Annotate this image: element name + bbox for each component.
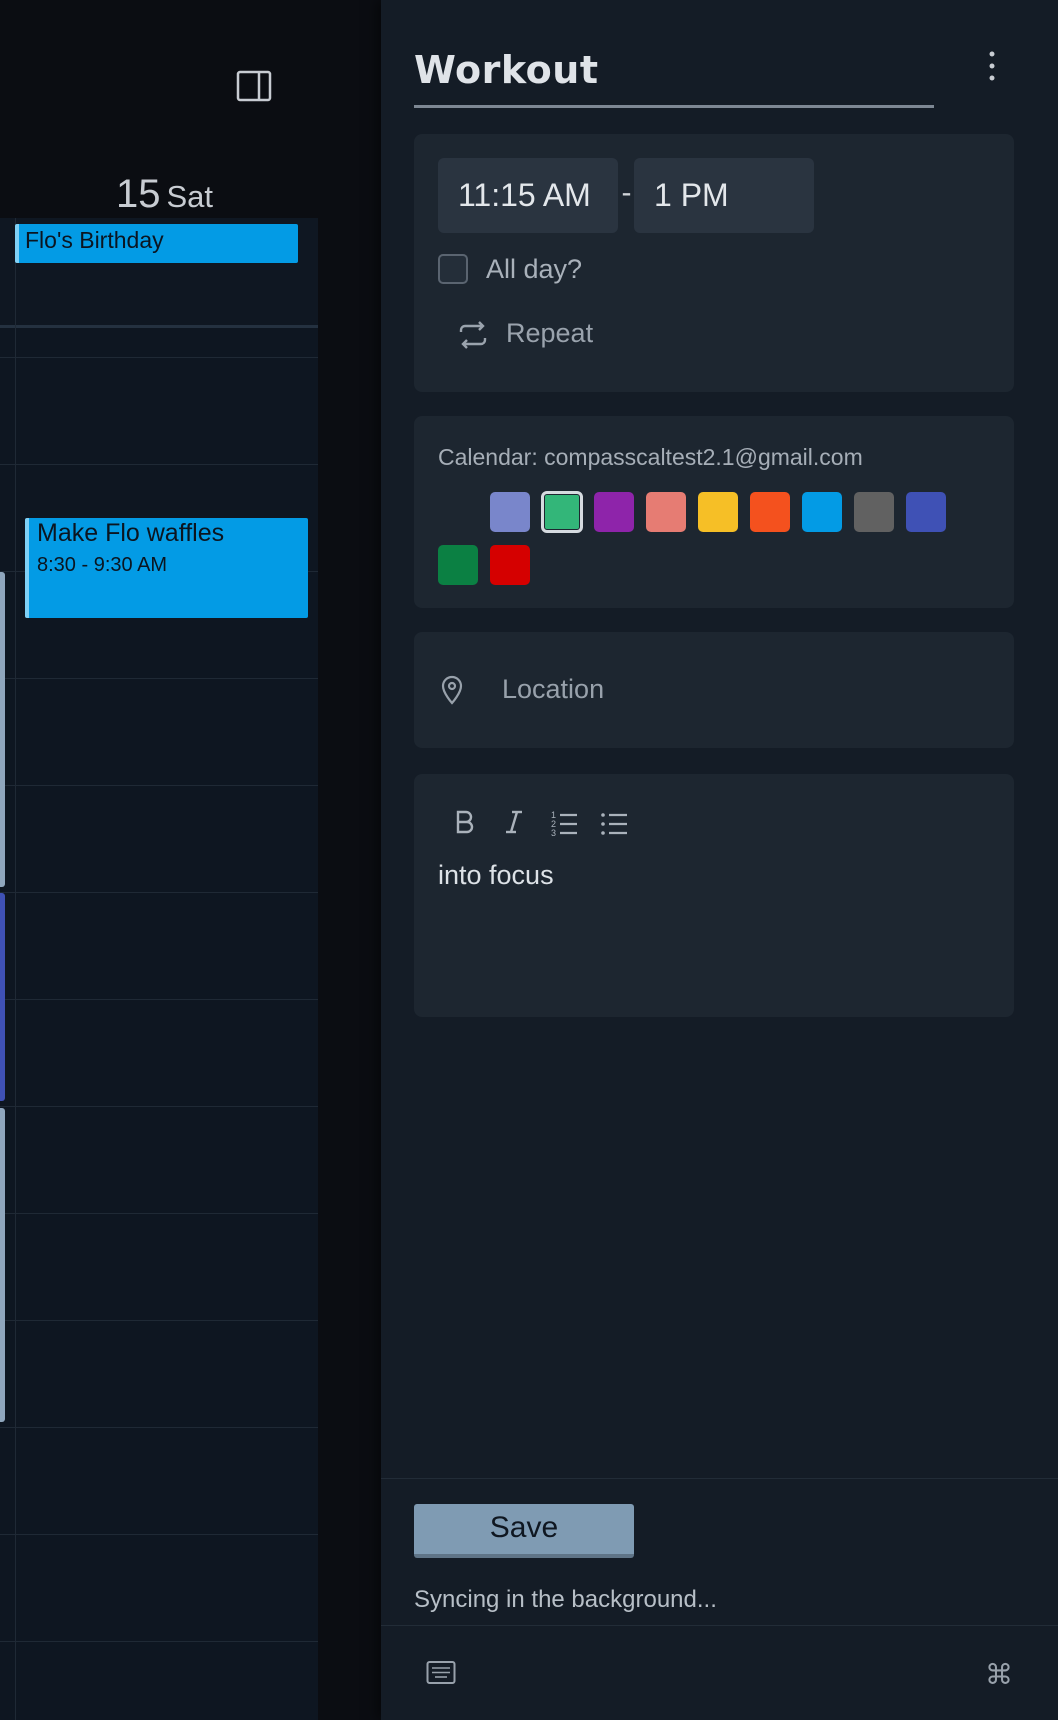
sync-status: Syncing in the background... (414, 1586, 717, 1613)
bold-icon[interactable] (448, 806, 480, 838)
hour-gridline (0, 892, 318, 893)
all-day-checkbox[interactable] (438, 254, 468, 284)
event-time: 8:30 - 9:30 AM (37, 554, 168, 576)
color-swatch[interactable] (698, 492, 738, 532)
save-button[interactable]: Save (414, 1504, 634, 1558)
day-name: Sat (166, 179, 214, 214)
footer-divider (381, 1478, 1058, 1479)
title-underline (414, 105, 934, 108)
repeat-button[interactable]: Repeat (456, 314, 616, 354)
all-day-label: All day? (486, 254, 583, 284)
bottom-divider (381, 1625, 1058, 1626)
color-swatch[interactable] (906, 492, 946, 532)
adjacent-event-edge[interactable] (0, 572, 5, 887)
more-options-icon[interactable] (982, 48, 1002, 88)
day-number: 15 (116, 172, 161, 216)
date-time-card: 11:15 AM - 1 PM All day? Repeat (414, 134, 1014, 392)
adjacent-event-edge[interactable] (0, 893, 5, 1101)
ordered-list-icon[interactable]: 1 2 3 (548, 806, 580, 838)
end-time-input[interactable]: 1 PM (634, 158, 814, 233)
hour-gridline (0, 1320, 318, 1321)
svg-text:3: 3 (551, 828, 556, 838)
hour-gridline (0, 464, 318, 465)
hour-gridline (0, 1427, 318, 1428)
color-swatch[interactable] (750, 492, 790, 532)
color-swatch[interactable] (854, 492, 894, 532)
hour-gridline (0, 678, 318, 679)
location-pin-icon (441, 675, 463, 705)
event-title: Flo's Birthday (25, 227, 164, 253)
event-flos-birthday[interactable]: Flo's Birthday (15, 224, 298, 263)
bullet-list-icon[interactable] (598, 806, 630, 838)
italic-icon[interactable] (498, 806, 530, 838)
calendar-label: Calendar: compasscaltest2.1@gmail.com (438, 444, 863, 470)
sidebar-toggle-icon[interactable] (236, 70, 272, 102)
hour-gridline (0, 785, 318, 786)
calendar-day-column: 15 Sat Flo's Birthday Make Flo waffles 8:… (0, 0, 381, 1720)
calendar-color-card: Calendar: compasscaltest2.1@gmail.com (414, 416, 1014, 608)
color-swatch[interactable] (594, 492, 634, 532)
description-editor: 1 2 3 into focus (414, 774, 1014, 1017)
event-make-flo-waffles[interactable]: Make Flo waffles 8:30 - 9:30 AM (25, 518, 308, 618)
color-swatch[interactable] (802, 492, 842, 532)
repeat-label: Repeat (506, 318, 594, 348)
repeat-icon (459, 321, 487, 349)
event-title-input[interactable]: Workout (414, 48, 914, 92)
start-time-input[interactable]: 11:15 AM (438, 158, 618, 233)
day-header[interactable]: 15 Sat (116, 172, 213, 217)
adjacent-event-edge[interactable] (0, 1108, 5, 1422)
command-icon[interactable]: ⌘ (985, 1658, 1013, 1691)
color-swatch[interactable] (541, 491, 583, 533)
keyboard-icon[interactable] (426, 1660, 456, 1686)
color-swatch[interactable] (490, 545, 530, 585)
hour-gridline (0, 999, 318, 1000)
time-separator: - (621, 176, 632, 209)
event-form-panel: Workout 11:15 AM - 1 PM All day? Repeat … (381, 0, 1058, 1720)
hour-gridline (0, 357, 318, 358)
hour-gridline (0, 1534, 318, 1535)
hour-gridline (0, 1641, 318, 1642)
description-text[interactable]: into focus (438, 860, 554, 891)
color-swatch[interactable] (438, 545, 478, 585)
location-placeholder: Location (502, 674, 605, 704)
hour-gridline (0, 1106, 318, 1107)
hour-gridline (0, 1213, 318, 1214)
color-swatch[interactable] (490, 492, 530, 532)
grid-vertical-line (15, 218, 16, 1720)
event-title: Make Flo waffles (37, 519, 225, 547)
color-swatch[interactable] (646, 492, 686, 532)
location-field[interactable]: Location (414, 632, 1014, 748)
